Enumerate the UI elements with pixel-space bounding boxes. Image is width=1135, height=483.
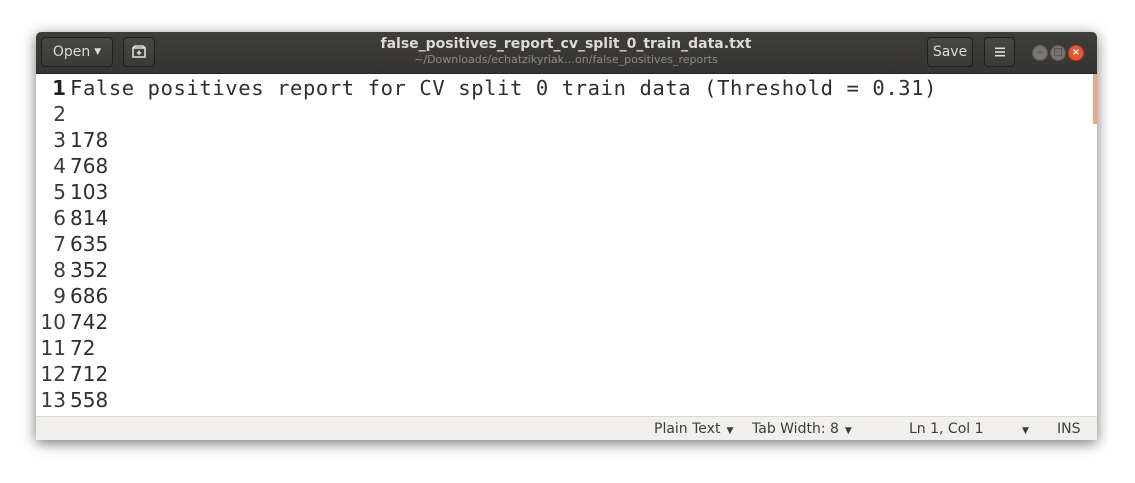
line-text: 686	[70, 284, 109, 308]
line-number: 6	[53, 206, 66, 230]
line-number: 9	[53, 284, 66, 308]
minimize-button[interactable]: –	[1032, 45, 1048, 61]
line-text: 712	[70, 362, 109, 386]
line-number: 13	[40, 388, 66, 412]
chevron-down-icon: ▼	[726, 426, 734, 436]
line-number: 5	[53, 180, 66, 204]
tab-width-label: Tab Width: 8	[752, 421, 839, 437]
close-icon: ×	[1071, 47, 1081, 58]
minimize-icon: –	[1037, 47, 1043, 58]
line-number: 11	[40, 336, 66, 360]
chevron-down-icon: ▼	[1022, 426, 1029, 436]
chevron-down-icon: ▼	[844, 426, 852, 436]
line-number: 10	[40, 310, 66, 334]
language-label: Plain Text	[654, 421, 721, 437]
line-text: 178	[70, 128, 109, 152]
line-number: 2	[53, 102, 66, 126]
line-text: False positives report for CV split 0 tr…	[70, 76, 938, 100]
window-title: false_positives_report_cv_split_0_train_…	[380, 36, 752, 52]
window-subtitle-path: ~/Downloads/echatzikyriak…on/false_posit…	[414, 53, 718, 66]
line-number: 12	[40, 362, 66, 386]
line-text: 635	[70, 232, 109, 256]
line-number: 7	[53, 232, 66, 256]
line-text: 72	[70, 336, 96, 360]
open-button-label: Open	[52, 44, 91, 60]
chevron-down-icon: ▼	[94, 47, 102, 57]
scrollbar[interactable]	[1093, 74, 1097, 124]
line-number: 3	[53, 128, 66, 152]
save-button[interactable]: Save	[927, 37, 973, 67]
language-selector[interactable]: Plain Text ▼	[654, 421, 733, 439]
new-document-icon	[132, 45, 146, 58]
gedit-window: Open ▼ false_positives_report_cv_split_0…	[36, 32, 1097, 440]
line-text: 558	[70, 388, 109, 412]
line-text: 742	[70, 310, 109, 334]
insert-mode-indicator: INS	[1057, 421, 1081, 437]
line-number: 1	[52, 76, 66, 100]
line-text: 768	[70, 154, 109, 178]
line-number: 4	[53, 154, 66, 178]
position-menu-button[interactable]: ▼	[1016, 421, 1029, 439]
cursor-position: Ln 1, Col 1	[909, 421, 984, 437]
line-number: 8	[53, 258, 66, 282]
line-text: 103	[70, 180, 109, 204]
line-text: 814	[70, 206, 109, 230]
text-editor[interactable]: 1 False positives report for CV split 0 t…	[36, 74, 1097, 416]
close-button[interactable]: ×	[1068, 45, 1084, 61]
open-button[interactable]: Open ▼	[41, 37, 113, 67]
menu-button[interactable]	[984, 37, 1015, 67]
line-text: 352	[70, 258, 109, 282]
new-tab-button[interactable]	[123, 37, 155, 67]
maximize-icon: □	[1053, 47, 1063, 58]
maximize-button[interactable]: □	[1050, 45, 1066, 61]
status-bar: Plain Text ▼ Tab Width: 8 ▼ Ln 1, Col 1 ▼ …	[36, 416, 1097, 440]
title-block: false_positives_report_cv_split_0_train_…	[336, 35, 796, 67]
header-bar: Open ▼ false_positives_report_cv_split_0…	[36, 32, 1097, 74]
hamburger-menu-icon	[994, 47, 1005, 57]
tab-width-selector[interactable]: Tab Width: 8 ▼	[752, 421, 852, 439]
